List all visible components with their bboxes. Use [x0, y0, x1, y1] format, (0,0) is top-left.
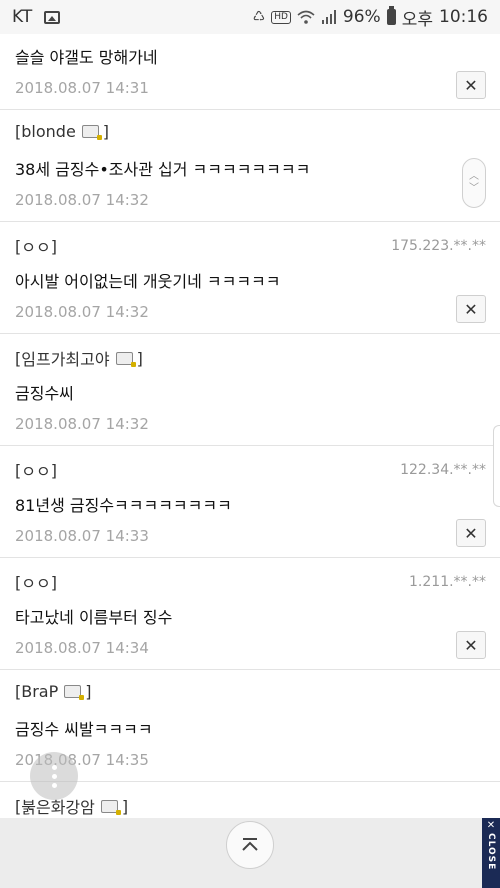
close-icon: ✕	[486, 820, 496, 831]
member-badge-icon	[100, 799, 121, 815]
comment-author: [ㅇㅇ]	[15, 236, 57, 258]
double-chevron-up-icon	[242, 838, 258, 851]
comment-date: 2018.08.07 14:32	[15, 303, 149, 321]
comment-author: [ㅇㅇ]	[15, 572, 57, 594]
comment-date: 2018.08.07 14:34	[15, 639, 149, 657]
member-badge-icon	[115, 351, 136, 367]
comment-item: [blonde] 38세 금징수•조사관 십거 ㅋㅋㅋㅋㅋㅋㅋㅋ 2018.08…	[0, 110, 500, 222]
comment-item: [ㅇㅇ] 1.211.**.** 타고났네 이름부터 징수 2018.08.07…	[0, 558, 500, 670]
comment-date: 2018.08.07 14:31	[15, 79, 149, 97]
comment-text: 38세 금징수•조사관 십거 ㅋㅋㅋㅋㅋㅋㅋㅋ	[15, 160, 311, 179]
scroll-indicator[interactable]: ︿ ﹀	[462, 158, 486, 208]
bottom-bar	[0, 818, 500, 888]
comment-list: 슬슬 야갤도 망해가네 2018.08.07 14:31 ✕ [blonde] …	[0, 34, 500, 822]
comment-date: 2018.08.07 14:32	[15, 191, 149, 209]
battery-percent: 96%	[342, 7, 381, 27]
comment-ip: 1.211.**.**	[409, 574, 486, 590]
status-bar: KT ♺ HD 96% 오후 10:16	[0, 0, 500, 34]
edge-panel-handle[interactable]	[493, 425, 500, 507]
gallery-icon	[44, 10, 61, 24]
comment-item: [ㅇㅇ] 175.223.**.** 아시발 어이없는데 개웃기네 ㅋㅋㅋㅋㅋ …	[0, 222, 500, 334]
signal-icon	[321, 10, 336, 24]
recycle-icon: ♺	[252, 9, 266, 25]
delete-button[interactable]: ✕	[456, 519, 486, 547]
comment-author: [blonde]	[15, 122, 110, 141]
comment-author: [BraP]	[15, 682, 92, 701]
member-badge-icon	[81, 125, 102, 140]
comment-author: [ㅇㅇ]	[15, 460, 57, 482]
clock: 10:16	[439, 7, 488, 27]
comment-item: [붉은화강암]	[0, 782, 500, 822]
battery-icon	[386, 6, 396, 25]
comment-text: 금징수 씨발ㅋㅋㅋㅋ	[15, 720, 153, 739]
more-menu-button[interactable]	[30, 752, 78, 800]
comment-date: 2018.08.07 14:33	[15, 527, 149, 545]
comment-ip: 175.223.**.**	[391, 238, 486, 254]
comment-author: [임프가최고야]	[15, 348, 143, 370]
comment-author: [붉은화강암]	[15, 796, 129, 818]
chevron-down-icon: ﹀	[469, 183, 479, 194]
comment-text: 슬슬 야갤도 망해가네	[15, 48, 158, 67]
comment-text: 아시발 어이없는데 개웃기네 ㅋㅋㅋㅋㅋ	[15, 272, 281, 291]
wifi-icon	[297, 10, 315, 24]
ampm-label: 오후	[401, 9, 433, 30]
delete-button[interactable]: ✕	[456, 71, 486, 99]
comment-date: 2018.08.07 14:32	[15, 415, 149, 433]
delete-button[interactable]: ✕	[456, 631, 486, 659]
comment-item: 슬슬 야갤도 망해가네 2018.08.07 14:31 ✕	[0, 34, 500, 110]
comment-item: [임프가최고야] 금징수씨 2018.08.07 14:32	[0, 334, 500, 446]
delete-button[interactable]: ✕	[456, 295, 486, 323]
comment-text: 금징수씨	[15, 384, 74, 403]
hd-icon: HD	[271, 10, 291, 24]
comment-text: 81년생 금징수ㅋㅋㅋㅋㅋㅋㅋㅋ	[15, 496, 232, 515]
member-badge-icon	[64, 685, 85, 700]
comment-ip: 122.34.**.**	[400, 462, 486, 478]
scroll-top-button[interactable]	[226, 821, 274, 869]
close-ad-button[interactable]: ✕ CLOSE	[482, 818, 500, 888]
carrier-label: KT	[12, 7, 33, 27]
comment-item: [ㅇㅇ] 122.34.**.** 81년생 금징수ㅋㅋㅋㅋㅋㅋㅋㅋ 2018.…	[0, 446, 500, 558]
chevron-up-icon: ︿	[469, 171, 479, 182]
comment-text: 타고났네 이름부터 징수	[15, 608, 173, 627]
